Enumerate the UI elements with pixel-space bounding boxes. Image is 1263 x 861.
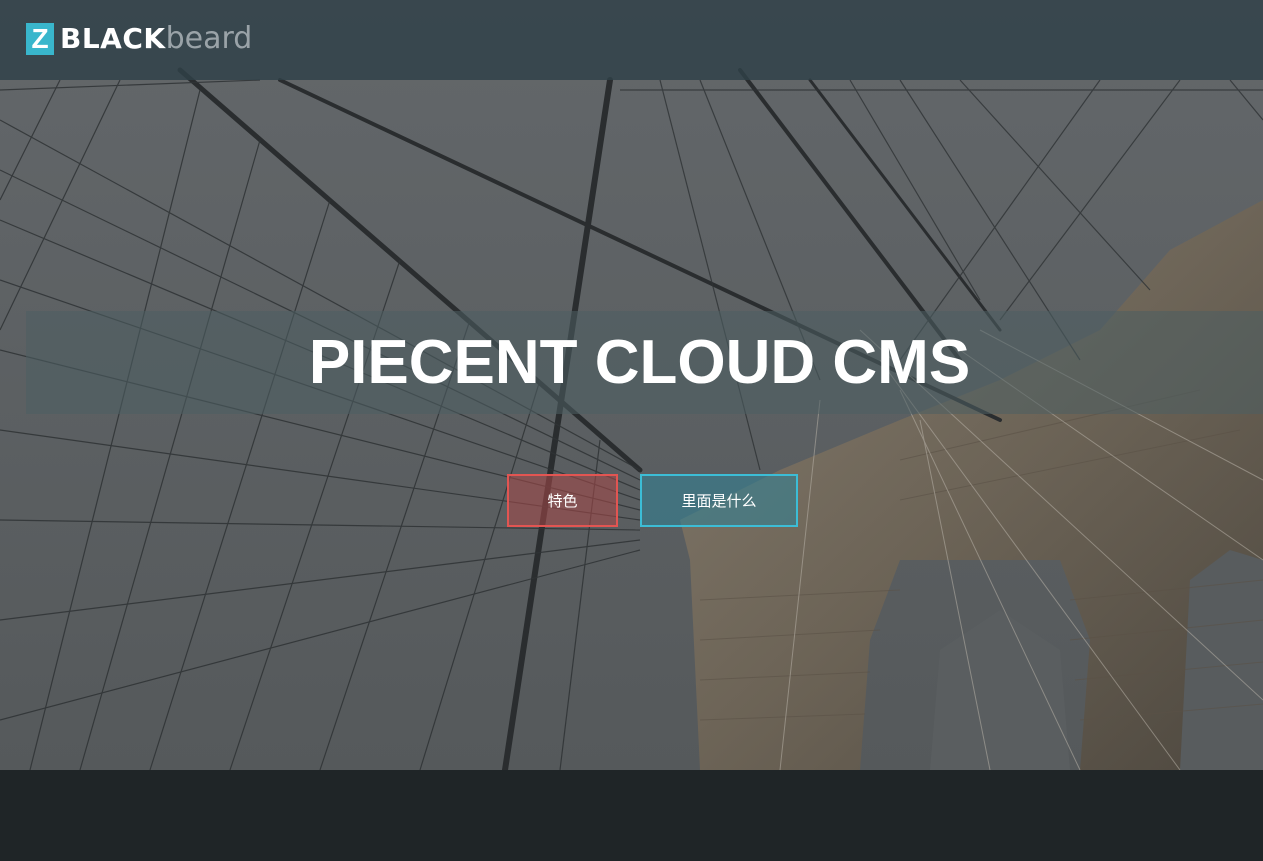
landing-page: Z BLACK beard PIECENT CLOUD CMS 特色 里面是什么 [0, 0, 1263, 861]
top-navbar: Z BLACK beard [0, 0, 1263, 80]
hero-title-band: PIECENT CLOUD CMS [26, 311, 1263, 414]
whats-inside-button[interactable]: 里面是什么 [640, 474, 798, 527]
hero-title: PIECENT CLOUD CMS [308, 328, 971, 397]
logo-mark-icon: Z [26, 23, 54, 55]
hero-section: Z BLACK beard PIECENT CLOUD CMS 特色 里面是什么 [0, 0, 1263, 770]
brand-logo[interactable]: Z BLACK beard [26, 22, 252, 56]
bottom-section [0, 770, 1263, 861]
features-button[interactable]: 特色 [507, 474, 618, 527]
logo-text-strong: BLACK [60, 22, 166, 55]
logo-text-light: beard [165, 21, 253, 56]
